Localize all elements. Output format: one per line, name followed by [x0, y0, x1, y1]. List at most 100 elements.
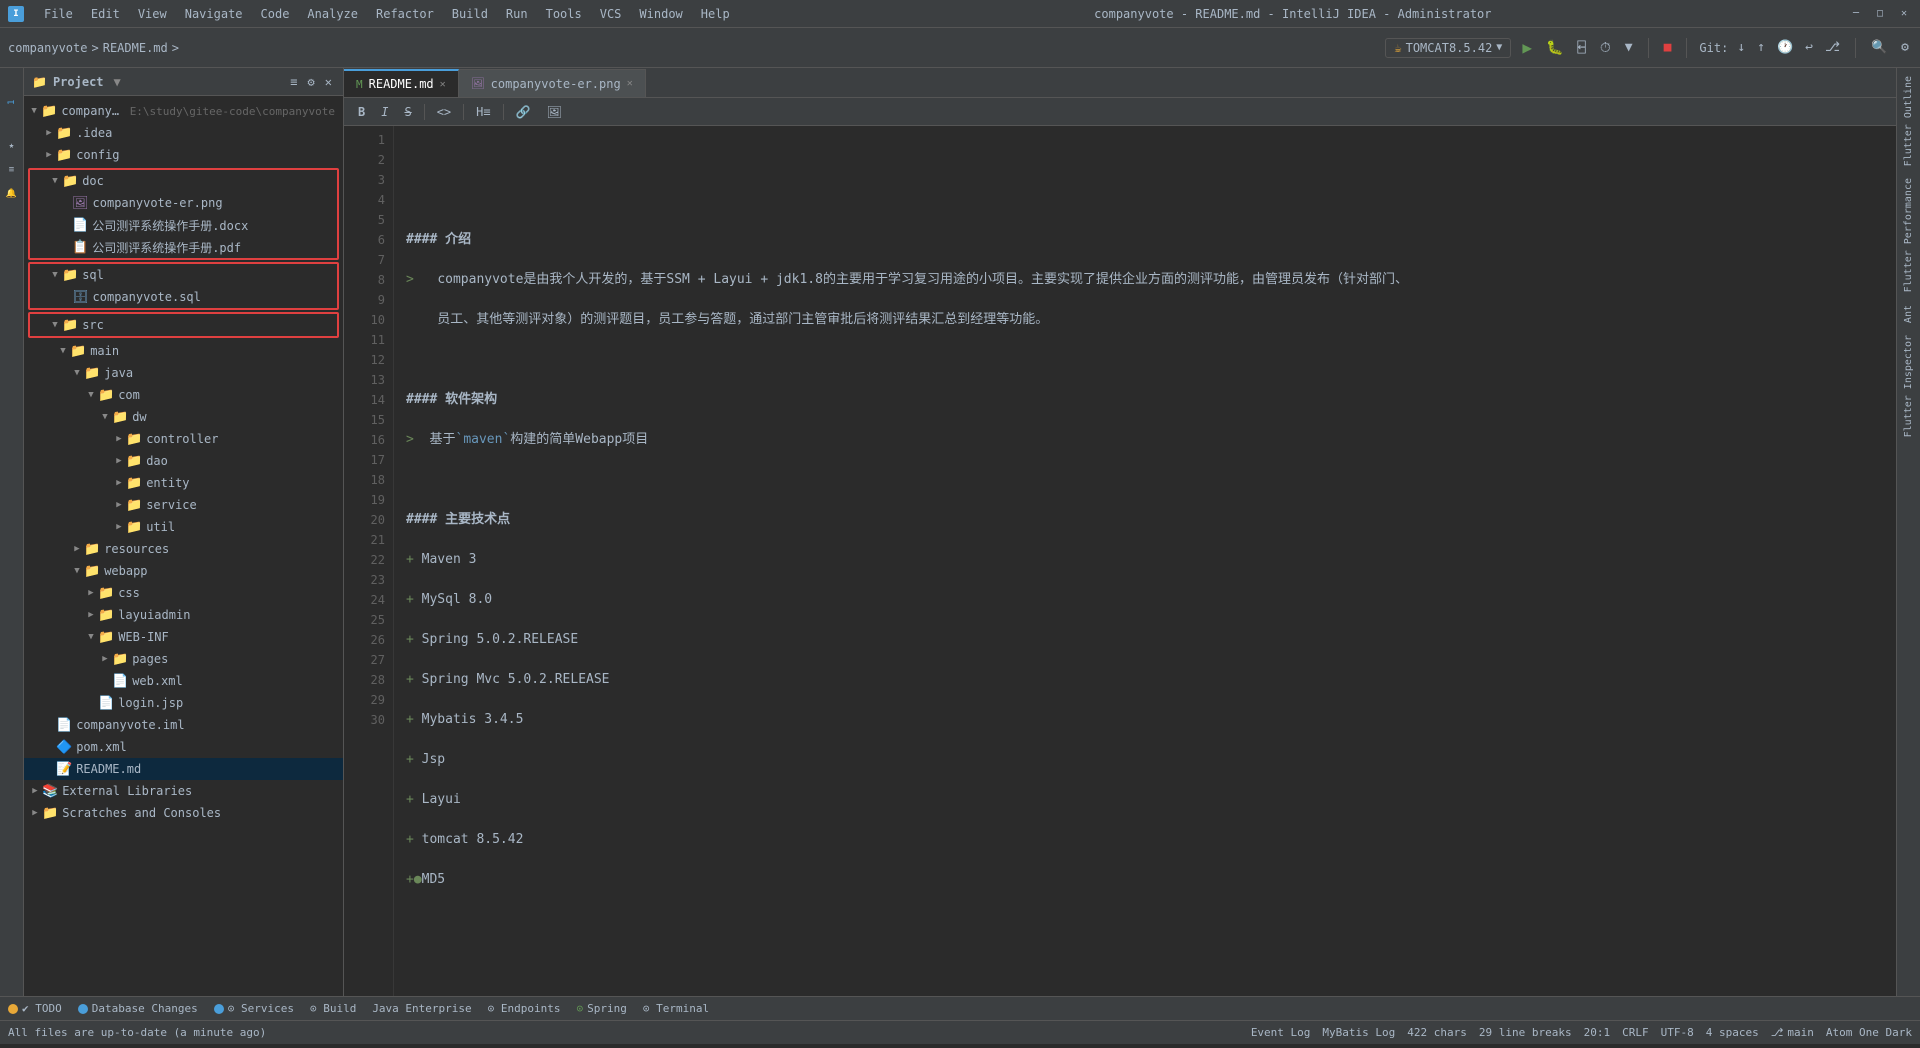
- git-branch-button[interactable]: ⎇: [1822, 37, 1843, 58]
- flutter-performance-panel[interactable]: Flutter Performance: [1903, 174, 1914, 296]
- bookmarks-icon[interactable]: ★: [2, 136, 22, 156]
- tree-item-service[interactable]: ▶ 📁 service: [24, 494, 343, 516]
- terminal-tool[interactable]: ⊙ Terminal: [643, 1002, 709, 1015]
- stop-button[interactable]: ■: [1661, 37, 1675, 58]
- db-changes-tool[interactable]: Database Changes: [78, 1002, 198, 1015]
- endpoints-tool[interactable]: ⊙ Endpoints: [488, 1002, 561, 1015]
- md-heading-btn[interactable]: H≡: [470, 103, 496, 121]
- tab-readme[interactable]: M README.md ✕: [344, 69, 459, 97]
- menu-tools[interactable]: Tools: [538, 5, 590, 23]
- debug-button[interactable]: 🐛: [1543, 37, 1566, 59]
- tree-item-main[interactable]: ▼ 📁 main: [24, 340, 343, 362]
- collapse-all-button[interactable]: ≡: [287, 72, 300, 92]
- tree-item-ext-libs[interactable]: ▶ 📚 External Libraries: [24, 780, 343, 802]
- tree-item-entity[interactable]: ▶ 📁 entity: [24, 472, 343, 494]
- breadcrumb-project[interactable]: companyvote: [8, 41, 87, 55]
- status-notification[interactable]: All files are up-to-date (a minute ago): [8, 1026, 266, 1039]
- menu-code[interactable]: Code: [253, 5, 298, 23]
- line-ending[interactable]: CRLF: [1622, 1026, 1649, 1039]
- project-panel-icon[interactable]: 1: [1, 72, 23, 132]
- code-content[interactable]: #### 介绍 > companyvote是由我个人开发的，基于SSM + La…: [394, 126, 1896, 996]
- close-readme-tab[interactable]: ✕: [440, 79, 446, 90]
- tree-item-idea[interactable]: ▶ 📁 .idea: [24, 122, 343, 144]
- ant-panel[interactable]: Ant: [1903, 301, 1914, 327]
- branch-indicator[interactable]: ⎇ main: [1771, 1026, 1814, 1039]
- java-enterprise-tool[interactable]: Java Enterprise: [372, 1002, 471, 1015]
- close-button[interactable]: ✕: [1896, 6, 1912, 22]
- indent-selector[interactable]: 4 spaces: [1706, 1026, 1759, 1039]
- tree-item-webapp[interactable]: ▼ 📁 webapp: [24, 560, 343, 582]
- tree-item-iml[interactable]: 📄 companyvote.iml: [24, 714, 343, 736]
- more-run-button[interactable]: ▼: [1622, 37, 1636, 58]
- notifications-icon[interactable]: 🔔: [2, 184, 22, 204]
- menu-file[interactable]: File: [36, 5, 81, 23]
- tree-item-config[interactable]: ▶ 📁 config: [24, 144, 343, 166]
- flutter-outline-panel[interactable]: Flutter Outline: [1903, 72, 1914, 170]
- maximize-button[interactable]: □: [1872, 6, 1888, 22]
- structure-icon[interactable]: ≡: [2, 160, 22, 180]
- md-code-btn[interactable]: <>: [431, 103, 457, 121]
- menu-view[interactable]: View: [130, 5, 175, 23]
- settings-project-button[interactable]: ⚙: [305, 72, 318, 92]
- tree-item-sql-file[interactable]: 🗄 companyvote.sql: [30, 286, 337, 308]
- tree-item-css[interactable]: ▶ 📁 css: [24, 582, 343, 604]
- tree-item-root[interactable]: ▼ 📁 companyvote E:\study\gitee-code\comp…: [24, 100, 343, 122]
- tree-item-com[interactable]: ▼ 📁 com: [24, 384, 343, 406]
- tree-item-docx[interactable]: 📄 公司测评系统操作手册.docx: [30, 214, 337, 236]
- tree-item-pdf[interactable]: 📋 公司测评系统操作手册.pdf: [30, 236, 337, 258]
- menu-analyze[interactable]: Analyze: [299, 5, 366, 23]
- md-strikethrough-btn[interactable]: S: [398, 103, 417, 121]
- git-update-button[interactable]: ↓: [1734, 37, 1748, 58]
- theme-selector[interactable]: Atom One Dark: [1826, 1026, 1912, 1039]
- tree-item-login-jsp[interactable]: 📄 login.jsp: [24, 692, 343, 714]
- build-tool[interactable]: ⊙ Build: [310, 1002, 356, 1015]
- tree-item-pom[interactable]: 🔷 pom.xml: [24, 736, 343, 758]
- git-push-button[interactable]: ↑: [1754, 37, 1768, 58]
- menu-navigate[interactable]: Navigate: [177, 5, 251, 23]
- menu-run[interactable]: Run: [498, 5, 536, 23]
- tree-item-resources[interactable]: ▶ 📁 resources: [24, 538, 343, 560]
- todo-tool[interactable]: ✔ TODO: [8, 1002, 62, 1015]
- services-tool[interactable]: ⊙ Services: [214, 1002, 294, 1015]
- tree-item-src[interactable]: ▼ 📁 src: [30, 314, 337, 336]
- close-png-tab[interactable]: ✕: [627, 78, 633, 89]
- md-image-btn[interactable]: 🖼: [541, 103, 568, 121]
- git-history-button[interactable]: 🕐: [1774, 37, 1796, 58]
- hide-panel-button[interactable]: ✕: [322, 72, 335, 92]
- tree-item-pages[interactable]: ▶ 📁 pages: [24, 648, 343, 670]
- spring-tool[interactable]: ⊙ Spring: [577, 1002, 627, 1015]
- tree-item-scratches[interactable]: ▶ 📁 Scratches and Consoles: [24, 802, 343, 824]
- git-revert-button[interactable]: ↩: [1802, 37, 1816, 58]
- charset-selector[interactable]: UTF-8: [1661, 1026, 1694, 1039]
- tree-item-er-png[interactable]: 🖼 companyvote-er.png: [30, 192, 337, 214]
- tab-er-png[interactable]: 🖼 companyvote-er.png ✕: [459, 69, 646, 97]
- breadcrumb-file[interactable]: README.md: [103, 41, 168, 55]
- run-config-selector[interactable]: ☕ TOMCAT8.5.42 ▼: [1385, 38, 1511, 58]
- flutter-inspector-panel[interactable]: Flutter Inspector: [1903, 331, 1914, 441]
- settings-button[interactable]: ⚙: [1898, 37, 1912, 58]
- tree-item-dw[interactable]: ▼ 📁 dw: [24, 406, 343, 428]
- md-bold-btn[interactable]: B: [352, 103, 371, 121]
- minimize-button[interactable]: ─: [1848, 6, 1864, 22]
- cursor-position[interactable]: 20:1: [1584, 1026, 1611, 1039]
- tree-item-sql[interactable]: ▼ 📁 sql: [30, 264, 337, 286]
- menu-build[interactable]: Build: [444, 5, 496, 23]
- tree-item-util[interactable]: ▶ 📁 util: [24, 516, 343, 538]
- menu-vcs[interactable]: VCS: [592, 5, 630, 23]
- menu-window[interactable]: Window: [631, 5, 690, 23]
- coverage-button[interactable]: ⍇: [1574, 37, 1588, 59]
- tree-item-java[interactable]: ▼ 📁 java: [24, 362, 343, 384]
- tree-item-dao[interactable]: ▶ 📁 dao: [24, 450, 343, 472]
- md-italic-btn[interactable]: I: [375, 103, 394, 121]
- mybatis-log-btn[interactable]: MyBatis Log: [1322, 1026, 1395, 1039]
- profile-button[interactable]: ⏱: [1597, 37, 1614, 59]
- menu-edit[interactable]: Edit: [83, 5, 128, 23]
- menu-refactor[interactable]: Refactor: [368, 5, 442, 23]
- search-everywhere-button[interactable]: 🔍: [1868, 37, 1890, 58]
- tree-item-readme[interactable]: 📝 README.md: [24, 758, 343, 780]
- event-log-btn[interactable]: Event Log: [1251, 1026, 1311, 1039]
- run-button[interactable]: ▶: [1519, 35, 1535, 60]
- tree-item-web-xml[interactable]: 📄 web.xml: [24, 670, 343, 692]
- tree-item-controller[interactable]: ▶ 📁 controller: [24, 428, 343, 450]
- md-link-btn[interactable]: 🔗: [510, 103, 537, 121]
